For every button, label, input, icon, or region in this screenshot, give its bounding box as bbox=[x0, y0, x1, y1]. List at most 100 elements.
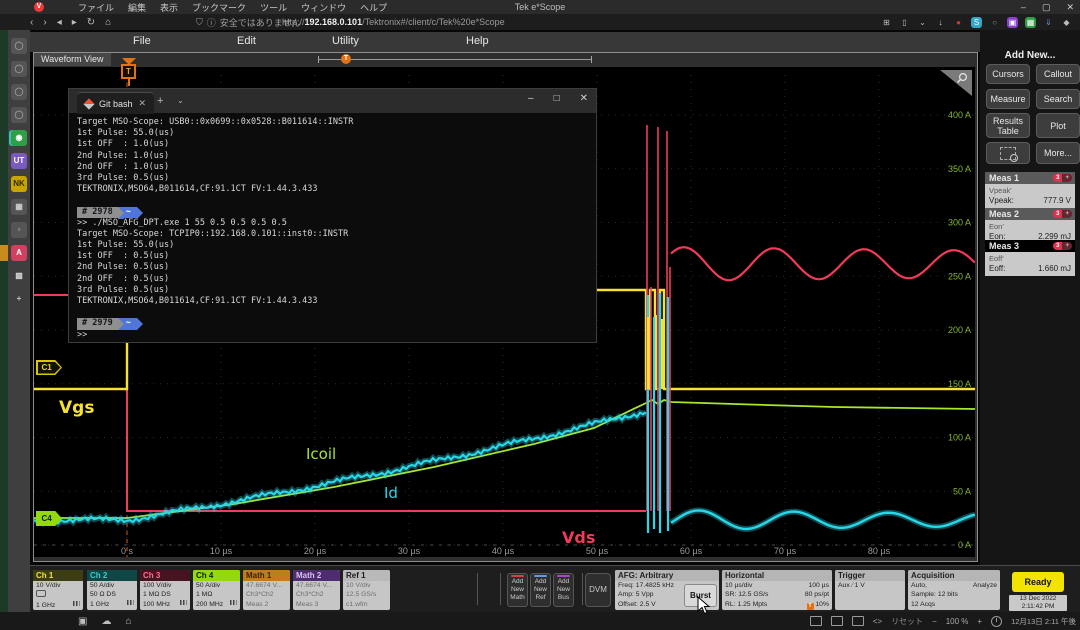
web-panel-icon-1[interactable]: ◯ bbox=[11, 38, 27, 54]
terminal-titlebar[interactable]: Git bash ✕ + ⌄ – □ ✕ bbox=[69, 89, 596, 113]
chevron-down-icon[interactable]: ⌄ bbox=[917, 17, 928, 28]
taskbar-clock[interactable]: 12月13日 2:11 午後 bbox=[1011, 616, 1076, 627]
ext-blue-icon[interactable]: ⇓ bbox=[1043, 17, 1054, 28]
tab-dropdown-icon[interactable]: ⌄ bbox=[177, 96, 184, 105]
meas-add-icon[interactable]: + bbox=[1062, 210, 1072, 218]
more-button[interactable]: More... bbox=[1036, 142, 1080, 164]
panel-ut-icon[interactable]: UT bbox=[11, 153, 27, 169]
terminal-window[interactable]: Git bash ✕ + ⌄ – □ ✕ Target MSO-Scope: USB… bbox=[68, 88, 597, 343]
scope-menu-utility[interactable]: Utility bbox=[332, 35, 359, 47]
screenshot-icon[interactable] bbox=[810, 616, 822, 626]
window-grid-icon[interactable]: ▣ bbox=[78, 616, 87, 627]
code-icon[interactable]: <> bbox=[873, 617, 882, 626]
terminal-maximize-icon[interactable]: □ bbox=[554, 93, 560, 104]
dvm-button[interactable]: DVM bbox=[585, 573, 611, 607]
ext-purple-icon[interactable]: ▣ bbox=[1007, 17, 1018, 28]
zoom-out-button[interactable]: − bbox=[932, 617, 937, 626]
image-icon[interactable] bbox=[852, 616, 864, 626]
address-bar[interactable]: http://192.168.0.101/Tektronix#/client/c… bbox=[282, 14, 505, 30]
acquisition-badge[interactable]: AcquisitionAuto,AnalyzeSample: 12 bits12… bbox=[908, 570, 1000, 610]
terminal-close-icon[interactable]: ✕ bbox=[580, 93, 588, 104]
badge-math1[interactable]: Math 147.6674 V...Ch3*Ch2Meas 2 bbox=[243, 570, 290, 610]
scope-menu-file[interactable]: File bbox=[133, 35, 151, 47]
badge-ch1[interactable]: Ch 110 V/div1 GHz bbox=[33, 570, 83, 610]
badge-ref1[interactable]: Ref 110 V/div12.5 GS/sc1.wfm bbox=[343, 570, 390, 610]
forward-icon[interactable]: › bbox=[43, 17, 46, 28]
trigger-position-marker[interactable]: T bbox=[341, 54, 351, 64]
scope-menu-edit[interactable]: Edit bbox=[237, 35, 256, 47]
add-new-ref-button[interactable]: AddNewRef bbox=[530, 573, 551, 607]
ext-red-icon[interactable]: ● bbox=[953, 17, 964, 28]
badge-ch3[interactable]: Ch 3100 V/div1 MΩ DS100 MHz bbox=[140, 570, 190, 610]
horizontal-badge[interactable]: Horizontal10 µs/div100 µsSR: 12.5 GS/s80… bbox=[722, 570, 832, 610]
add-panel-icon[interactable]: + bbox=[11, 291, 27, 307]
menu-4[interactable]: ツール bbox=[260, 1, 287, 14]
ext-teal-icon[interactable]: S bbox=[971, 17, 982, 28]
add-measure-button[interactable]: Measure bbox=[986, 89, 1030, 109]
tab-close-icon[interactable]: ✕ bbox=[139, 98, 147, 109]
home-icon[interactable]: ⌂ bbox=[125, 616, 131, 627]
reset-button[interactable]: リセット bbox=[891, 616, 923, 627]
active-panel-icon[interactable]: ◉ bbox=[11, 130, 27, 146]
qr-icon[interactable]: ▦ bbox=[11, 199, 27, 215]
new-tab-button[interactable]: + bbox=[157, 95, 163, 107]
panel-doc-icon[interactable]: ▫ bbox=[11, 222, 27, 238]
trigger-badge[interactable]: TriggerAux ∕ 1 V bbox=[835, 570, 905, 610]
channel-marker-c4[interactable]: C4 bbox=[36, 511, 62, 526]
menu-2[interactable]: 表示 bbox=[160, 1, 178, 14]
trigger-flag-icon[interactable]: T bbox=[120, 58, 137, 88]
add-new-bus-button[interactable]: AddNewBus bbox=[553, 573, 574, 607]
menu-1[interactable]: 編集 bbox=[128, 1, 146, 14]
tiles-icon[interactable]: ⊞ bbox=[881, 17, 892, 28]
add-search-button[interactable]: Search bbox=[1036, 89, 1080, 109]
meas-badge-2[interactable]: Meas 23+Eon'Eon:2.299 mJ bbox=[985, 208, 1075, 244]
meas-add-icon[interactable]: + bbox=[1062, 242, 1072, 250]
maximize-icon[interactable]: ▢ bbox=[1042, 2, 1051, 13]
cloud-icon[interactable]: ☁ bbox=[101, 616, 111, 627]
close-icon[interactable]: ✕ bbox=[1066, 2, 1074, 13]
rewind-icon[interactable]: ◂ bbox=[57, 17, 62, 28]
badge-ch2[interactable]: Ch 250 A/div50 Ω DS1 GHz bbox=[87, 570, 137, 610]
extensions-puzzle-icon[interactable]: ◆ bbox=[1061, 17, 1072, 28]
panel-nk-icon[interactable]: NK bbox=[11, 176, 27, 192]
back-icon[interactable]: ‹ bbox=[30, 17, 33, 28]
ext-grey-icon[interactable]: ○ bbox=[989, 17, 1000, 28]
meas-badge-1[interactable]: Meas 13+Vpeak'Vpeak:777.9 V bbox=[985, 172, 1075, 208]
reload-icon[interactable]: ↻ bbox=[87, 17, 95, 28]
zoom-level[interactable]: 100 % bbox=[946, 617, 969, 626]
meas-badge-3[interactable]: Meas 33+Eoff'Eoff:1.660 mJ bbox=[985, 240, 1075, 276]
panel-a-icon[interactable]: A bbox=[11, 245, 27, 261]
add-plot-button[interactable]: Plot bbox=[1036, 113, 1080, 138]
web-panel-icon-4[interactable]: ◯ bbox=[11, 107, 27, 123]
scope-menu-help[interactable]: Help bbox=[466, 35, 489, 47]
window-icon[interactable] bbox=[831, 616, 843, 626]
terminal-output[interactable]: Target MSO-Scope: USB0::0x0699::0x0528::… bbox=[77, 117, 592, 340]
fast-forward-icon[interactable]: ▸ bbox=[72, 17, 77, 28]
terminal-tab[interactable]: Git bash ✕ bbox=[77, 92, 154, 114]
meas-add-icon[interactable]: + bbox=[1062, 174, 1072, 182]
zoom-select-icon[interactable] bbox=[986, 142, 1030, 164]
waveform-view-tab[interactable]: Waveform View bbox=[34, 53, 111, 66]
ext-green-icon[interactable]: ▦ bbox=[1025, 17, 1036, 28]
menu-5[interactable]: ウィンドウ bbox=[301, 1, 346, 14]
menu-3[interactable]: ブックマーク bbox=[192, 1, 246, 14]
web-panel-icon-2[interactable]: ◯ bbox=[11, 61, 27, 77]
badge-ch4[interactable]: Ch 450 A/div1 MΩ200 MHz bbox=[193, 570, 240, 610]
channel-marker-c1[interactable]: C1 bbox=[36, 360, 62, 375]
menu-6[interactable]: ヘルプ bbox=[360, 1, 387, 14]
menu-0[interactable]: ファイル bbox=[78, 1, 114, 14]
horizontal-position-strip[interactable]: T bbox=[318, 56, 592, 63]
grid-dots-icon[interactable]: ▩ bbox=[11, 268, 27, 284]
web-panel-icon-3[interactable]: ◯ bbox=[11, 84, 27, 100]
add-results-table-button[interactable]: Results Table bbox=[986, 113, 1030, 138]
zoom-in-button[interactable]: + bbox=[977, 617, 982, 626]
bookmark-icon[interactable]: ▯ bbox=[899, 17, 910, 28]
add-new-math-button[interactable]: AddNewMath bbox=[507, 573, 528, 607]
minimize-icon[interactable]: – bbox=[1021, 2, 1026, 12]
terminal-minimize-icon[interactable]: – bbox=[528, 93, 534, 104]
add-cursors-button[interactable]: Cursors bbox=[986, 64, 1030, 84]
browser-logo-icon[interactable]: V bbox=[34, 2, 44, 12]
download-icon[interactable]: ↓ bbox=[935, 17, 946, 28]
add-callout-button[interactable]: Callout bbox=[1036, 64, 1080, 84]
home-icon[interactable]: ⌂ bbox=[105, 17, 111, 28]
